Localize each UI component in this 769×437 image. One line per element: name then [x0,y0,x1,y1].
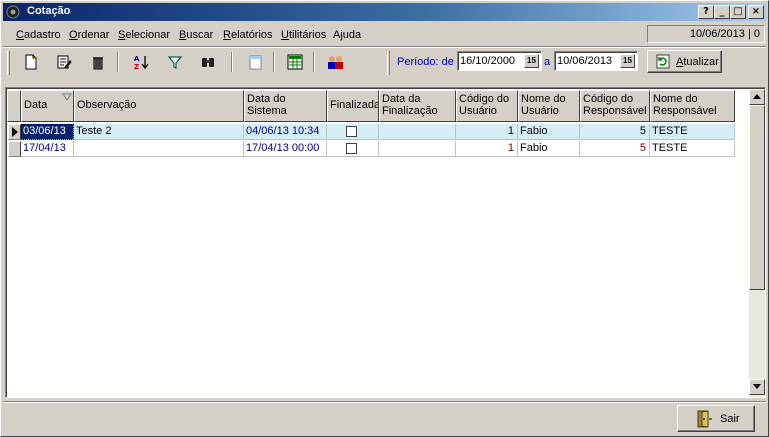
spreadsheet-icon [287,54,303,70]
col-header-codigo-responsavel[interactable]: Código do Responsável [580,90,650,122]
periodo-label: Período: de [397,56,454,68]
scroll-down-button[interactable] [749,379,765,395]
data-grid[interactable]: Data Observação Data do Sistema Finaliza… [5,87,766,398]
filter-button[interactable] [163,51,187,73]
table-cell[interactable]: 04/06/13 10:34 [244,124,327,140]
table-cell[interactable] [379,124,456,140]
scroll-up-button[interactable] [749,89,765,105]
app-icon [6,5,20,19]
menu-buscar[interactable]: Buscar [179,29,213,41]
col-header-data-finalizacao[interactable]: Data da Finalização [379,90,456,122]
row-indicator[interactable] [8,141,21,157]
app-window: Cotação ? _ □ × Cadastro Ordenar Selecio… [0,0,769,437]
new-record-icon [25,54,37,70]
table-cell[interactable]: 17/04/13 00:00 [244,141,327,157]
current-row-arrow-icon [12,127,18,137]
menu-utilitarios[interactable]: Utilitários [281,29,326,41]
filter-icon [62,93,72,101]
spreadsheet-button[interactable] [283,51,307,73]
toolbar-separator [273,52,275,72]
table-cell[interactable] [327,124,379,140]
help-button[interactable]: ? [698,5,714,19]
title-bar[interactable]: Cotação ? _ □ × [3,3,766,21]
calendar-icon[interactable]: 15 [620,54,635,68]
menu-selecionar[interactable]: Selecionar [118,29,170,41]
arrow-down-icon [753,384,761,389]
col-header-nome-responsavel[interactable]: Nome do Responsável [650,90,735,122]
table-cell[interactable]: 1 [456,141,518,157]
toolbar-separator [117,52,119,72]
refresh-icon [656,54,670,69]
users-icon [328,56,343,69]
search-button[interactable] [196,51,220,73]
scroll-thumb[interactable] [749,105,765,290]
date-to-field[interactable]: 10/06/2013 15 [554,51,638,71]
header-indicator [7,90,21,122]
toolbar: A Z Período: de 16/10/2000 15 a 10/06/20… [3,49,766,77]
row-indicator[interactable] [8,124,21,140]
menu-relatorios[interactable]: Relatórios [223,29,273,41]
col-header-data-sistema[interactable]: Data do Sistema [244,90,327,122]
new-record-button[interactable] [19,51,43,73]
menu-divider [3,46,766,48]
table-cell[interactable]: Teste 2 [74,124,244,140]
table-cell[interactable]: 03/06/13 [21,124,74,140]
toolbar-grip[interactable] [7,51,10,75]
svg-text:Z: Z [134,63,139,70]
table-cell[interactable] [74,141,244,157]
to-label: a [544,56,551,68]
table-cell[interactable]: TESTE [650,124,735,140]
close-button[interactable]: × [748,5,764,19]
table-cell[interactable] [379,141,456,157]
sort-az-icon: A Z [134,55,149,70]
users-button[interactable] [323,51,347,73]
menu-cadastro[interactable]: Cadastro [16,29,61,41]
table-cell[interactable]: TESTE [650,141,735,157]
table-cell[interactable]: 1 [456,124,518,140]
exit-door-icon [697,410,712,428]
table-cell[interactable] [327,141,379,157]
table-cell[interactable]: Fabio [518,141,580,157]
edit-record-button[interactable] [52,51,76,73]
calendar-icon[interactable]: 15 [524,54,539,68]
search-binoculars-icon [202,58,214,67]
table-cell[interactable]: 5 [580,124,650,140]
toolbar-separator [231,52,233,72]
table-cell[interactable]: 17/04/13 [21,141,74,157]
menu-ajuda[interactable]: Ajuda [333,29,361,41]
toolbar-separator [313,52,315,72]
col-header-nome-usuario[interactable]: Nome do Usuário [518,90,580,122]
col-header-finalizada[interactable]: Finalizada [327,90,379,122]
col-header-observacao[interactable]: Observação [74,90,244,122]
svg-text:A: A [134,55,140,63]
refresh-label: Atualizar [676,56,719,68]
finalizada-checkbox[interactable] [346,143,357,154]
window-title: Cotação [27,5,71,17]
minimize-button[interactable]: _ [714,5,730,19]
arrow-up-icon [753,94,761,99]
refresh-button[interactable]: Atualizar [647,50,722,73]
sort-button[interactable]: A Z [129,51,153,73]
grid-empty-area [7,160,748,396]
table-cell[interactable]: 5 [580,141,650,157]
status-date: 10/06/2013 | 0 [647,25,765,43]
page-icon [249,55,262,70]
edit-record-icon [57,55,72,69]
page-button[interactable] [243,51,267,73]
col-header-codigo-usuario[interactable]: Código do Usuário [456,90,518,122]
delete-icon [93,57,103,70]
footer-divider [3,401,766,403]
exit-label: Sair [720,413,740,425]
col-header-data[interactable]: Data [21,90,74,122]
maximize-button[interactable]: □ [730,5,746,19]
menu-ordenar[interactable]: Ordenar [69,29,109,41]
date-from-field[interactable]: 16/10/2000 15 [457,51,542,71]
exit-button[interactable]: Sair [677,405,755,432]
table-cell[interactable]: Fabio [518,124,580,140]
vertical-scrollbar[interactable] [749,89,765,397]
filter-icon [167,56,183,69]
toolbar-grip[interactable] [387,51,390,75]
finalizada-checkbox[interactable] [346,126,357,137]
delete-button[interactable] [86,51,110,73]
